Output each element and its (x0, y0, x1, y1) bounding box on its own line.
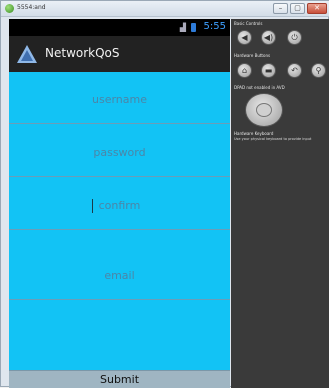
dpad[interactable] (245, 93, 283, 127)
battery-icon (191, 23, 196, 32)
username-row (9, 72, 230, 124)
emulator-controls-panel: Basic Controls ◀ ◀) ⏻ Hardware Buttons ⌂… (231, 19, 329, 388)
password-input[interactable] (9, 141, 230, 163)
volume-down-icon[interactable]: ◀ (237, 30, 252, 45)
status-bar: ▟ 5:55 (9, 19, 230, 36)
submit-button[interactable]: Submit (9, 370, 230, 388)
menu-icon[interactable]: ▬ (261, 63, 276, 78)
app-title: NetworkQoS (45, 46, 120, 60)
basic-controls-label: Basic Controls (234, 21, 263, 26)
power-icon[interactable]: ⏻ (287, 30, 302, 45)
text-cursor (92, 199, 93, 213)
hardware-keyboard-note: Use your physical keyboard to provide in… (234, 137, 312, 141)
app-logo-icon (17, 45, 37, 63)
email-row (9, 248, 230, 300)
hardware-keyboard-label: Hardware Keyboard (234, 131, 274, 136)
dpad-label: DPAD not enabled in AVD (234, 85, 285, 90)
username-input[interactable] (9, 88, 230, 110)
search-icon[interactable]: ⚲ (311, 63, 326, 78)
hardware-buttons-label: Hardware Buttons (234, 53, 271, 58)
email-input[interactable] (9, 264, 230, 286)
window-titlebar: 5554:and – ▢ ✕ (1, 1, 329, 17)
home-icon[interactable]: ⌂ (237, 63, 252, 78)
confirm-row (9, 178, 230, 230)
emulator-app-icon (5, 4, 14, 13)
maximize-button[interactable]: ▢ (290, 3, 305, 14)
minimize-button[interactable]: – (273, 3, 288, 14)
dpad-center-button[interactable] (256, 103, 272, 117)
window-title: 5554:and (17, 4, 46, 11)
volume-up-icon[interactable]: ◀) (261, 30, 276, 45)
confirm-input[interactable] (9, 194, 230, 216)
phone-screen: ▟ 5:55 NetworkQoS Su (9, 19, 230, 388)
emulator-window: 5554:and – ▢ ✕ ▟ 5:55 NetworkQoS usernam… (0, 0, 329, 388)
action-bar: NetworkQoS (9, 36, 230, 72)
signal-icon: ▟ (179, 23, 186, 32)
close-button[interactable]: ✕ (307, 3, 327, 14)
form-content: Submit (9, 72, 230, 388)
back-icon[interactable]: ↶ (287, 63, 302, 78)
password-row (9, 125, 230, 177)
status-time: 5:55 (203, 21, 226, 32)
window-buttons: – ▢ ✕ (273, 3, 327, 14)
